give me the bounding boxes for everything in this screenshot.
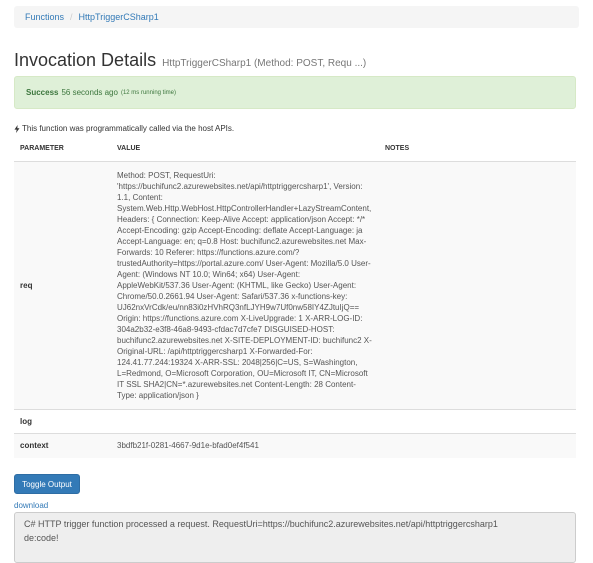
- column-header-notes: NOTES: [379, 140, 576, 162]
- output-line: C# HTTP trigger function processed a req…: [24, 519, 498, 529]
- status-label: Success: [26, 88, 59, 97]
- success-alert: Success 56 seconds ago (12 ms running ti…: [14, 76, 576, 109]
- param-name: context: [14, 433, 111, 458]
- param-notes: [379, 161, 576, 410]
- param-name: req: [14, 161, 111, 410]
- param-notes: [379, 409, 576, 434]
- param-value: 3bdfb21f-0281-4667-9d1e-bfad0ef4f541: [111, 433, 379, 458]
- page-header: Invocation Details HttpTriggerCSharp1 (M…: [14, 50, 366, 71]
- page-title: Invocation Details: [14, 50, 157, 70]
- breadcrumb-current-link[interactable]: HttpTriggerCSharp1: [79, 12, 159, 22]
- page-subtitle: HttpTriggerCSharp1 (Method: POST, Requ .…: [162, 58, 367, 69]
- parameters-table: PARAMETER VALUE NOTES req Method: POST, …: [14, 140, 576, 458]
- table-header-row: PARAMETER VALUE NOTES: [14, 140, 576, 162]
- column-header-parameter: PARAMETER: [14, 140, 111, 162]
- table-row-log: log: [14, 409, 576, 434]
- column-header-value: VALUE: [111, 140, 379, 162]
- table-row-context: context 3bdfb21f-0281-4667-9d1e-bfad0ef4…: [14, 433, 576, 458]
- param-value: [111, 409, 379, 434]
- output-console[interactable]: C# HTTP trigger function processed a req…: [14, 512, 576, 563]
- note-text: This function was programmatically calle…: [22, 124, 235, 133]
- status-time: 56 seconds ago: [61, 88, 118, 97]
- breadcrumb-separator: /: [70, 12, 73, 22]
- running-time: (12 ms running time): [120, 89, 176, 96]
- param-notes: [379, 433, 576, 458]
- param-name: log: [14, 409, 111, 434]
- invocation-note: This function was programmatically calle…: [14, 124, 234, 133]
- table-row-req: req Method: POST, RequestUri: 'https://b…: [14, 161, 576, 410]
- bolt-icon: [14, 124, 20, 133]
- download-link[interactable]: download: [14, 501, 48, 510]
- output-line: de:code!: [24, 533, 59, 543]
- breadcrumb-functions-link[interactable]: Functions: [25, 12, 64, 22]
- param-value: Method: POST, RequestUri: 'https://buchi…: [111, 161, 379, 410]
- toggle-output-button[interactable]: Toggle Output: [14, 474, 80, 494]
- breadcrumb: Functions / HttpTriggerCSharp1: [14, 6, 579, 28]
